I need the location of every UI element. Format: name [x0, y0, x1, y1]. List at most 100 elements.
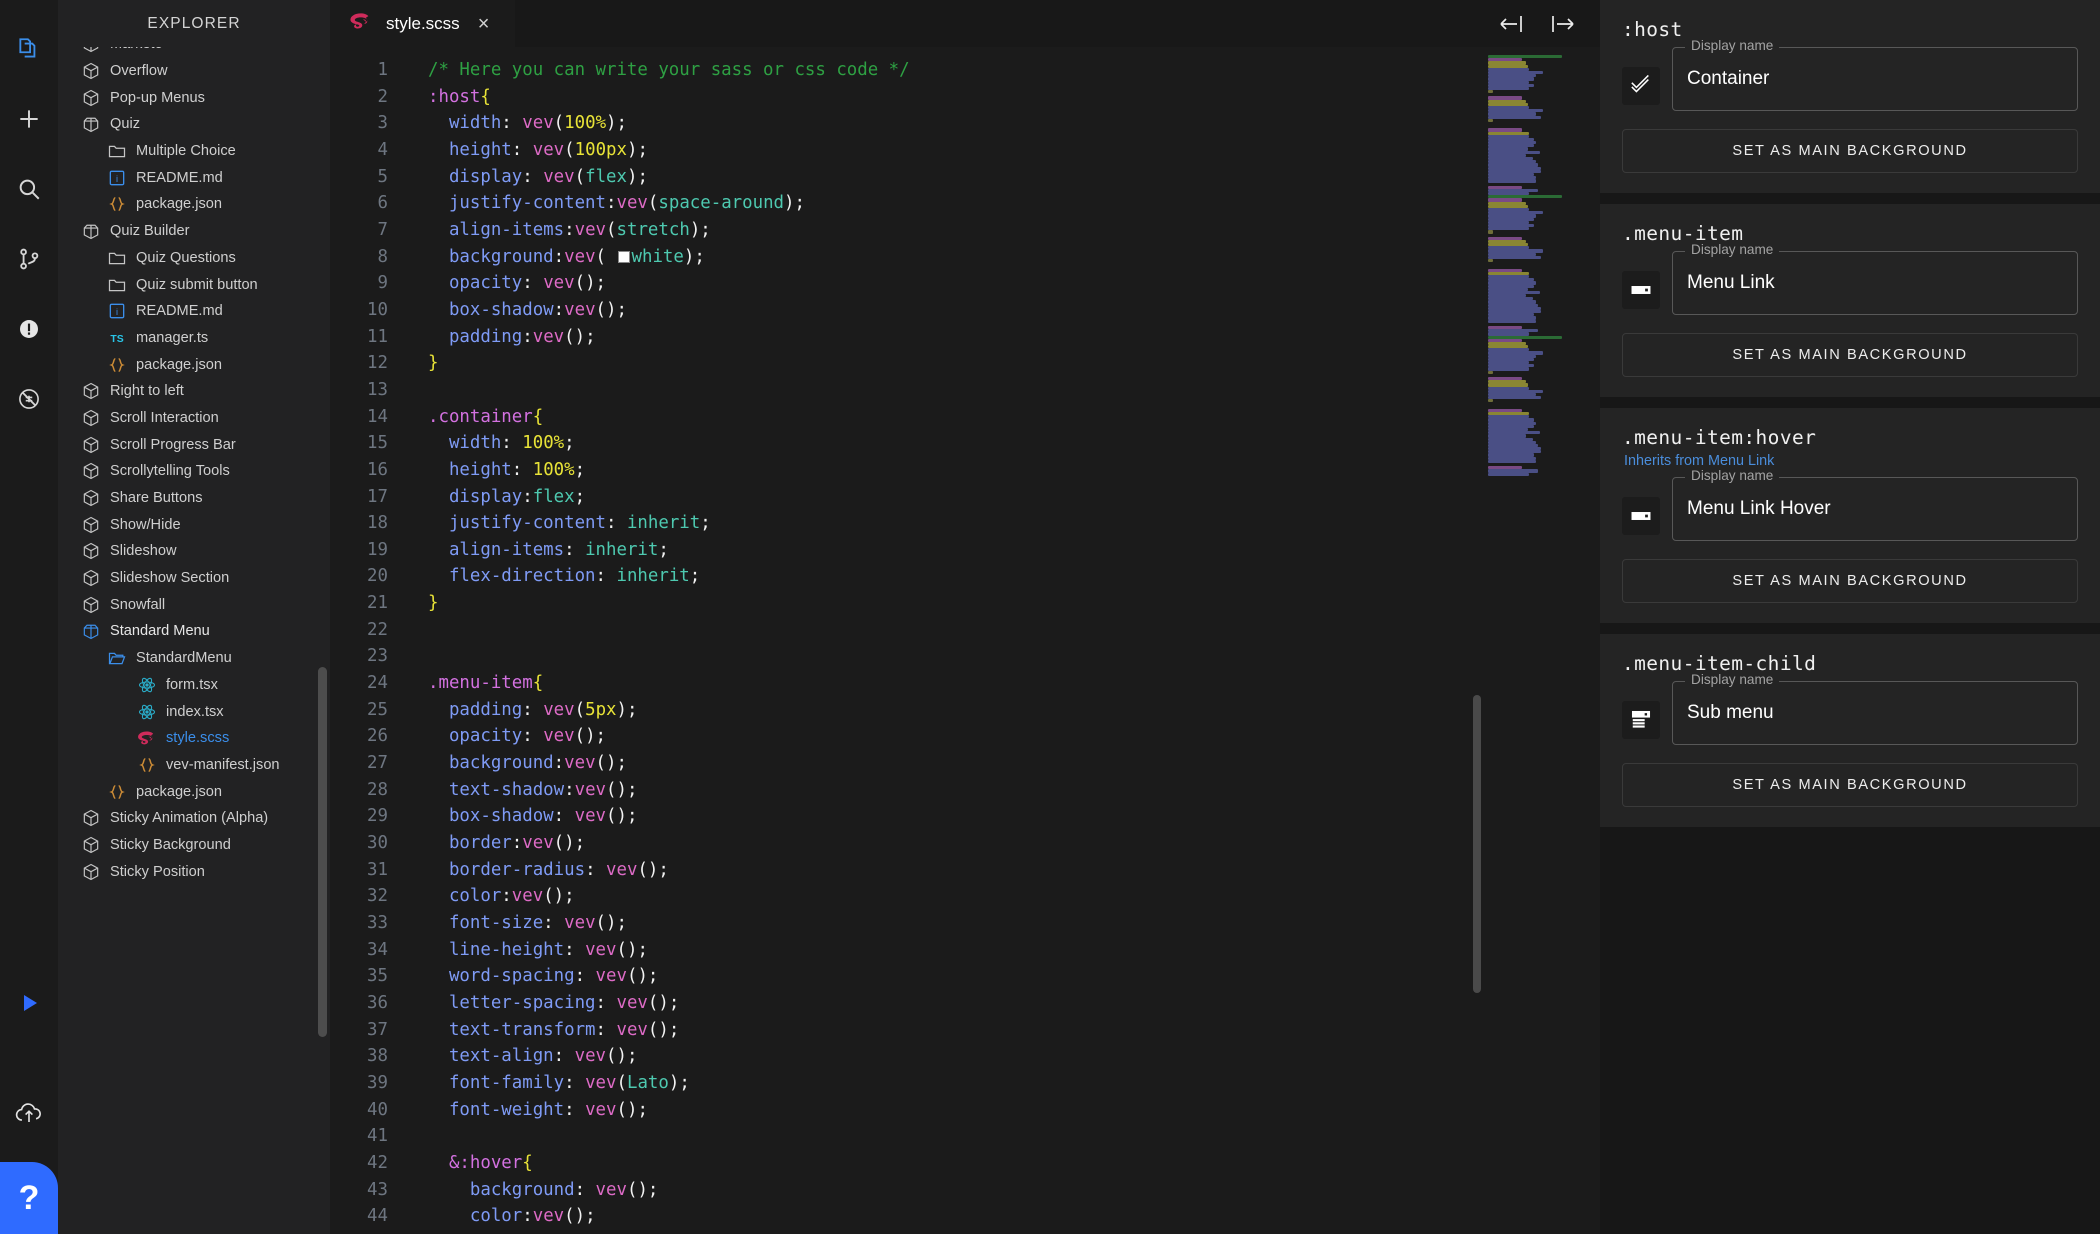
- code-token: font-size: [428, 913, 544, 933]
- tab-actions: [1496, 0, 1600, 47]
- code-token: );: [668, 1072, 690, 1093]
- collapse-left-icon[interactable]: [1496, 7, 1530, 41]
- svg-text:i: i: [116, 307, 118, 317]
- tab-style-scss[interactable]: style.scss ×: [330, 0, 516, 47]
- tree-item-scrollytelling-tools[interactable]: Scrollytelling Tools: [58, 458, 330, 485]
- run-icon[interactable]: [0, 968, 58, 1038]
- tree-item-standardmenu[interactable]: StandardMenu: [58, 645, 330, 672]
- tree-item-show-hide[interactable]: Show/Hide: [58, 511, 330, 538]
- code-token: border: [428, 833, 512, 854]
- tree-item-scroll-progress-bar[interactable]: Scroll Progress Bar: [58, 431, 330, 458]
- source-code[interactable]: 1 /* Here you can write your sass or css …: [330, 57, 1600, 1230]
- line-number: 24: [367, 673, 388, 694]
- sidebar-scrollbar[interactable]: [318, 667, 327, 1037]
- sub-menu-icon[interactable]: [1622, 701, 1660, 739]
- tree-item-share-buttons[interactable]: Share Buttons: [58, 485, 330, 512]
- minimap[interactable]: [1482, 47, 1600, 1234]
- search-icon[interactable]: [0, 154, 58, 224]
- tree-item-quiz[interactable]: Quiz: [58, 111, 330, 138]
- tree-item-scroll-interaction[interactable]: Scroll Interaction: [58, 405, 330, 432]
- code-scroll-region[interactable]: 1 /* Here you can write your sass or css …: [330, 47, 1600, 1234]
- code-token: inherit: [585, 539, 659, 560]
- display-name-input[interactable]: Display name Container: [1672, 38, 2078, 111]
- help-button[interactable]: ?: [0, 1162, 58, 1234]
- tree-item-standard-menu[interactable]: Standard Menu: [58, 618, 330, 645]
- problems-icon[interactable]: [0, 294, 58, 364]
- explorer-icon[interactable]: [0, 14, 58, 84]
- disabled-bug-icon[interactable]: [0, 364, 58, 434]
- add-icon[interactable]: [0, 84, 58, 154]
- set-as-main-background-button[interactable]: SET AS MAIN BACKGROUND: [1622, 333, 2078, 377]
- tree-item-sticky-animation-alpha[interactable]: Sticky Animation (Alpha): [58, 805, 330, 832]
- editor-scrollbar[interactable]: [1473, 695, 1481, 993]
- line-number: 3: [377, 113, 388, 134]
- set-as-main-background-button[interactable]: SET AS MAIN BACKGROUND: [1622, 763, 2078, 807]
- minimap-line: [1488, 459, 1537, 463]
- code-token: :: [564, 1072, 586, 1093]
- card-main-row: Display name Sub menu: [1622, 672, 2078, 745]
- line-number: 6: [377, 193, 388, 214]
- code-token: (: [574, 699, 586, 720]
- tree-item-quiz-builder[interactable]: Quiz Builder: [58, 218, 330, 245]
- cloud-upload-icon[interactable]: [0, 1078, 58, 1148]
- tree-item-slideshow-section[interactable]: Slideshow Section: [58, 565, 330, 592]
- tree-item-package-json[interactable]: package.json: [58, 351, 330, 378]
- line-number: 30: [367, 833, 388, 854]
- json-icon: [106, 355, 128, 375]
- color-swatch-white[interactable]: [617, 250, 630, 263]
- code-token: width: [428, 113, 502, 134]
- tree-item-quiz-submit-button[interactable]: Quiz submit button: [58, 271, 330, 298]
- menu-link-icon[interactable]: [1622, 497, 1660, 535]
- code-token: .container: [428, 406, 533, 427]
- double-check-icon[interactable]: [1622, 67, 1660, 105]
- code-viewport[interactable]: 1 /* Here you can write your sass or css …: [330, 47, 1600, 1234]
- set-as-main-background-button[interactable]: SET AS MAIN BACKGROUND: [1622, 559, 2078, 603]
- display-name-input[interactable]: Display name Sub menu: [1672, 672, 2078, 745]
- tree-item-right-to-left[interactable]: Right to left: [58, 378, 330, 405]
- code-token: 100px: [574, 139, 627, 160]
- close-icon[interactable]: ×: [472, 12, 496, 36]
- code-token: white: [631, 246, 684, 267]
- code-token: stretch: [616, 219, 690, 240]
- tree-item-readme-md[interactable]: i README.md: [58, 164, 330, 191]
- tree-item-style-scss[interactable]: style.scss: [58, 725, 330, 752]
- tree-item-snowfall[interactable]: Snowfall: [58, 591, 330, 618]
- code-line: 1 /* Here you can write your sass or css …: [330, 60, 910, 80]
- set-as-main-background-button[interactable]: SET AS MAIN BACKGROUND: [1622, 129, 2078, 173]
- code-token: &:hover: [428, 1152, 523, 1173]
- source-control-icon[interactable]: [0, 224, 58, 294]
- code-token: (: [553, 113, 565, 134]
- display-name-input[interactable]: Display name Menu Link Hover: [1672, 468, 2078, 541]
- tree-item-sticky-background[interactable]: Sticky Background: [58, 832, 330, 859]
- code-token: ();: [616, 939, 648, 960]
- package-icon: [80, 595, 102, 615]
- tree-item-quiz-questions[interactable]: Quiz Questions: [58, 245, 330, 272]
- code-token: /* Here you can write your sass or css c…: [428, 60, 910, 80]
- code-token: vev: [585, 1072, 617, 1093]
- tree-item-readme-md[interactable]: i README.md: [58, 298, 330, 325]
- tree-item-label: Scroll Progress Bar: [110, 436, 236, 453]
- file-tree[interactable]: Marketo Overflow Pop-up Menus Quiz Multiple …: [58, 47, 330, 1234]
- tree-item-index-tsx[interactable]: index.tsx: [58, 698, 330, 725]
- tree-item-sticky-position[interactable]: Sticky Position: [58, 858, 330, 885]
- code-token: opacity: [428, 726, 523, 747]
- package-icon: [80, 461, 102, 481]
- code-token: color: [428, 886, 502, 907]
- tree-item-manager-ts[interactable]: TS manager.ts: [58, 325, 330, 352]
- menu-link-icon[interactable]: [1622, 271, 1660, 309]
- code-token: ();: [564, 1206, 596, 1227]
- code-token: ();: [595, 913, 627, 933]
- tree-item-marketo[interactable]: Marketo: [58, 47, 330, 58]
- tree-item-form-tsx[interactable]: form.tsx: [58, 672, 330, 699]
- code-line: 43 background: vev();: [330, 1180, 658, 1200]
- tree-item-pop-up-menus[interactable]: Pop-up Menus: [58, 84, 330, 111]
- display-name-input[interactable]: Display name Menu Link: [1672, 242, 2078, 315]
- code-token: 5px: [585, 699, 617, 720]
- tree-item-vev-manifest-json[interactable]: vev-manifest.json: [58, 752, 330, 779]
- tree-item-overflow[interactable]: Overflow: [58, 58, 330, 85]
- tree-item-multiple-choice[interactable]: Multiple Choice: [58, 138, 330, 165]
- tree-item-slideshow[interactable]: Slideshow: [58, 538, 330, 565]
- tree-item-package-json[interactable]: package.json: [58, 191, 330, 218]
- expand-right-icon[interactable]: [1544, 7, 1578, 41]
- tree-item-package-json[interactable]: package.json: [58, 778, 330, 805]
